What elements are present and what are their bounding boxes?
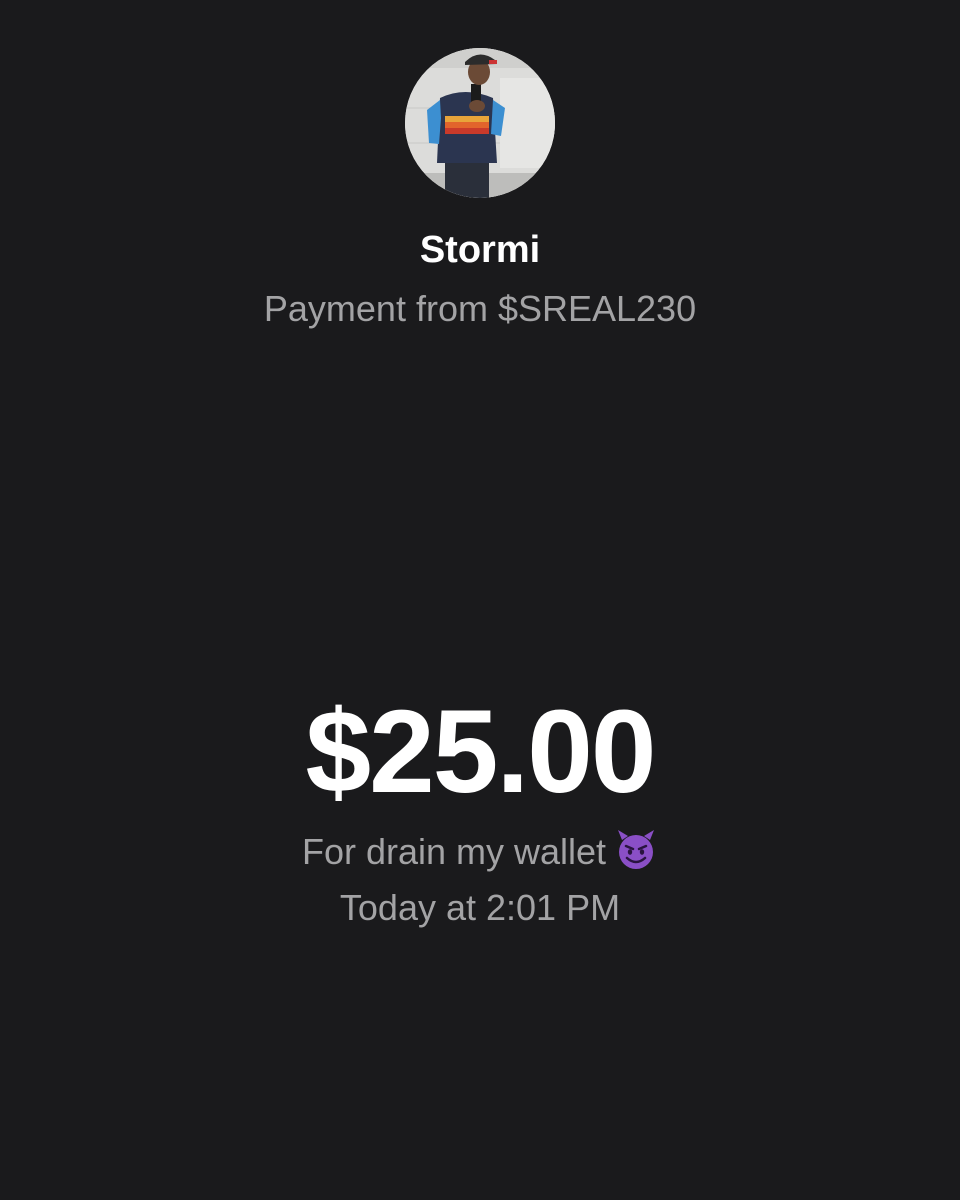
payment-amount: $25.00 [305, 686, 657, 818]
payment-timestamp: Today at 2:01 PM [339, 887, 621, 928]
avatar-photo [405, 48, 555, 198]
sender-name: Stormi [419, 229, 541, 271]
payment-note-text: For drain my wallet [301, 831, 607, 872]
smiling-devil-icon [614, 828, 658, 872]
payment-note: For drain my wallet [0, 828, 960, 876]
payment-subtitle: Payment from $SREAL230 [263, 288, 697, 329]
avatar[interactable] [405, 48, 555, 198]
